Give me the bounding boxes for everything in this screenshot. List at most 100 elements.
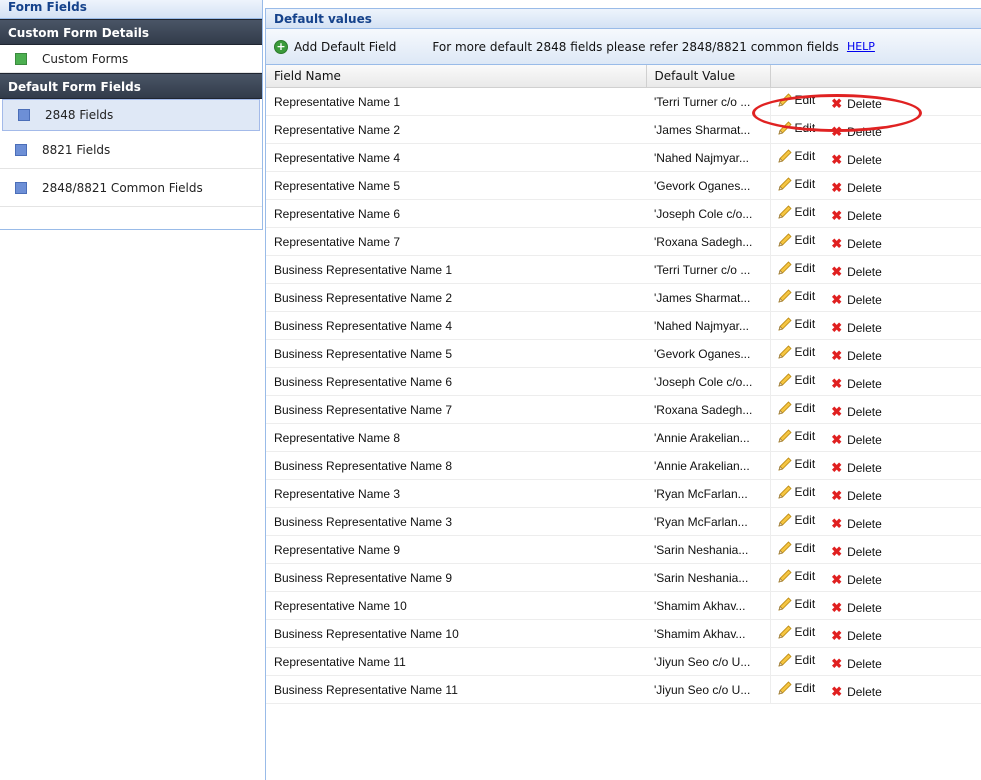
edit-button[interactable]: Edit (777, 624, 816, 640)
nav-item-8821-fields[interactable]: 8821 Fields (0, 131, 262, 169)
table-row[interactable]: Business Representative Name 3 'Ryan McFa… (266, 507, 981, 536)
table-row[interactable]: Representative Name 10 'Shamim Akhav... Ed… (266, 591, 981, 620)
column-header-default-value[interactable]: Default Value (646, 65, 771, 88)
edit-label: Edit (794, 176, 816, 191)
delete-button[interactable]: ✖ Delete (831, 152, 882, 168)
nav-item-custom-forms[interactable]: Custom Forms (0, 45, 262, 73)
edit-button[interactable]: Edit (777, 344, 815, 360)
pencil-icon (777, 288, 795, 304)
field-name-cell: Business Representative Name 6 (266, 367, 646, 396)
edit-button[interactable]: Edit (777, 400, 815, 416)
field-name-cell: Representative Name 1 (266, 87, 646, 116)
edit-label: Edit (794, 596, 816, 611)
add-default-field-button[interactable]: + Add Default Field (274, 39, 396, 54)
edit-button[interactable]: Edit (777, 540, 815, 556)
delete-button[interactable]: ✖ Delete (831, 208, 882, 224)
edit-button[interactable]: Edit (777, 568, 815, 584)
delete-button[interactable]: ✖ Delete (831, 404, 882, 420)
edit-button[interactable]: Edit (777, 428, 815, 444)
actions-cell: Edit ✖ Delete (770, 395, 981, 424)
delete-button[interactable]: ✖ Delete (831, 236, 882, 252)
field-name-cell: Business Representative Name 2 (266, 283, 646, 312)
pencil-icon (777, 316, 795, 332)
nav-item-common-fields[interactable]: 2848/8821 Common Fields (0, 169, 262, 207)
edit-button[interactable]: Edit (777, 92, 815, 108)
edit-button[interactable]: Edit (777, 680, 816, 696)
nav-item-2848-fields[interactable]: 2848 Fields (2, 99, 260, 131)
edit-button[interactable]: Edit (777, 372, 815, 388)
delete-x-icon: ✖ (831, 263, 843, 279)
delete-button[interactable]: ✖ Delete (831, 432, 882, 448)
delete-button[interactable]: ✖ Delete (831, 180, 882, 196)
delete-label: Delete (847, 376, 882, 391)
pencil-icon (777, 260, 795, 276)
edit-label: Edit (794, 260, 816, 275)
table-row[interactable]: Representative Name 6 'Joseph Cole c/o...… (266, 199, 981, 228)
table-row[interactable]: Representative Name 2 'James Sharmat... Ed… (266, 115, 981, 144)
edit-label: Edit (794, 624, 816, 639)
actions-cell: Edit ✖ Delete (770, 647, 981, 676)
table-row[interactable]: Business Representative Name 2 'James Sha… (266, 283, 981, 312)
table-row[interactable]: Business Representative Name 9 'Sarin Nes… (266, 563, 981, 592)
table-row[interactable]: Representative Name 1 'Terri Turner c/o .… (266, 87, 981, 116)
table-row[interactable]: Business Representative Name 11 'Jiyun Se… (266, 675, 981, 704)
help-link[interactable]: HELP (847, 40, 875, 53)
edit-label: Edit (794, 680, 816, 695)
delete-label: Delete (847, 600, 882, 615)
edit-button[interactable]: Edit (777, 456, 815, 472)
edit-button[interactable]: Edit (777, 512, 815, 528)
default-value-cell: 'Gevork Oganes... (646, 339, 771, 368)
delete-button[interactable]: ✖ Delete (831, 320, 882, 336)
blue-square-icon (15, 181, 27, 194)
column-header-field-name[interactable]: Field Name (266, 65, 647, 88)
delete-button[interactable]: ✖ Delete (831, 488, 882, 504)
table-row[interactable]: Representative Name 9 'Sarin Neshania... E… (266, 535, 981, 564)
table-row[interactable]: Representative Name 11 'Jiyun Seo c/o U..… (266, 647, 981, 676)
pencil-icon (777, 176, 795, 192)
table-row[interactable]: Business Representative Name 8 'Annie Ara… (266, 451, 981, 480)
custom-form-details-header[interactable]: Custom Form Details (0, 19, 262, 45)
table-row[interactable]: Representative Name 8 'Annie Arakelian...… (266, 423, 981, 452)
delete-button[interactable]: ✖ Delete (831, 544, 882, 560)
edit-button[interactable]: Edit (777, 260, 816, 276)
edit-button[interactable]: Edit (777, 288, 815, 304)
delete-button[interactable]: ✖ Delete (831, 460, 882, 476)
delete-button[interactable]: ✖ Delete (831, 600, 882, 616)
pencil-icon (777, 456, 795, 472)
edit-button[interactable]: Edit (777, 120, 815, 136)
table-row[interactable]: Business Representative Name 5 'Gevork Og… (266, 339, 981, 368)
edit-button[interactable]: Edit (777, 596, 816, 612)
delete-button[interactable]: ✖ Delete (831, 348, 882, 364)
delete-button[interactable]: ✖ Delete (831, 264, 882, 280)
default-value-cell: 'Annie Arakelian... (646, 451, 771, 480)
delete-button[interactable]: ✖ Delete (831, 572, 882, 588)
delete-button[interactable]: ✖ Delete (831, 684, 882, 700)
delete-button[interactable]: ✖ Delete (831, 516, 882, 532)
delete-button[interactable]: ✖ Delete (831, 96, 882, 112)
delete-label: Delete (847, 96, 882, 111)
delete-button[interactable]: ✖ Delete (831, 124, 882, 140)
column-header-actions (770, 65, 981, 88)
delete-button[interactable]: ✖ Delete (831, 656, 882, 672)
default-form-fields-header[interactable]: Default Form Fields (0, 73, 262, 99)
edit-button[interactable]: Edit (777, 176, 816, 192)
table-row[interactable]: Business Representative Name 1 'Terri Tur… (266, 255, 981, 284)
delete-button[interactable]: ✖ Delete (831, 376, 882, 392)
edit-button[interactable]: Edit (777, 316, 815, 332)
table-row[interactable]: Business Representative Name 10 'Shamim A… (266, 619, 981, 648)
table-row[interactable]: Business Representative Name 6 'Joseph Co… (266, 367, 981, 396)
edit-button[interactable]: Edit (777, 652, 815, 668)
edit-button[interactable]: Edit (777, 148, 815, 164)
table-row[interactable]: Representative Name 4 'Nahed Najmyar... Ed… (266, 143, 981, 172)
edit-button[interactable]: Edit (777, 484, 815, 500)
table-row[interactable]: Business Representative Name 7 'Roxana Sa… (266, 395, 981, 424)
table-row[interactable]: Representative Name 7 'Roxana Sadegh... Ed… (266, 227, 981, 256)
delete-button[interactable]: ✖ Delete (831, 628, 882, 644)
table-row[interactable]: Business Representative Name 4 'Nahed Naj… (266, 311, 981, 340)
edit-button[interactable]: Edit (777, 204, 815, 220)
table-row[interactable]: Representative Name 3 'Ryan McFarlan... Ed… (266, 479, 981, 508)
table-row[interactable]: Representative Name 5 'Gevork Oganes... Ed… (266, 171, 981, 200)
delete-button[interactable]: ✖ Delete (831, 292, 882, 308)
pencil-icon (777, 204, 795, 220)
edit-button[interactable]: Edit (777, 232, 815, 248)
